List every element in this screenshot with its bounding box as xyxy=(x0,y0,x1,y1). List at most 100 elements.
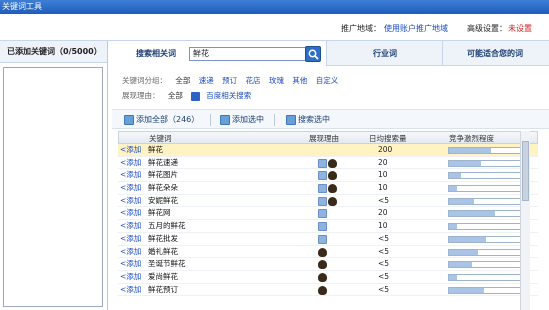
added-keywords-list[interactable] xyxy=(3,67,103,307)
keyword-cell[interactable]: 鲜花 xyxy=(148,144,163,157)
competition-fill xyxy=(449,211,495,217)
baidu-paw-icon xyxy=(318,247,327,257)
add-keyword-link[interactable]: <添加 xyxy=(120,195,141,208)
add-keyword-link[interactable]: <添加 xyxy=(120,284,141,297)
main-panel: 搜索相关词 鲜花 行业词 可能适合您的词 关键词分组： 全部 速递 预订 花店 … xyxy=(112,41,549,310)
add-keyword-link[interactable]: <添加 xyxy=(120,182,141,195)
keyword-cell[interactable]: 圣诞节鲜花 xyxy=(148,258,186,271)
search-icon xyxy=(308,49,319,60)
action-toolbar: 添加全部（246） 添加选中 搜索选中 xyxy=(112,109,549,129)
competition-bar xyxy=(448,248,527,256)
search-selected-button[interactable]: 搜索选中 xyxy=(286,113,330,127)
reason-icons xyxy=(318,272,328,282)
table-row[interactable]: <添加 鲜花朵朵 10 xyxy=(118,182,538,195)
add-keyword-link[interactable]: <添加 xyxy=(120,271,141,284)
related-search-icon xyxy=(318,209,327,219)
competition-bar xyxy=(448,223,527,231)
reason-icons xyxy=(318,209,328,219)
table-row[interactable]: <添加 安妮鲜花 <5 xyxy=(118,195,538,208)
add-keyword-link[interactable]: <添加 xyxy=(120,157,141,170)
competition-bar xyxy=(448,172,527,180)
competition-bar xyxy=(448,273,527,281)
table-row[interactable]: <添加 五月的鲜花 10 xyxy=(118,220,538,233)
baidu-paw-icon xyxy=(318,272,327,282)
group-filter-opt[interactable]: 预订 xyxy=(222,76,237,85)
add-keyword-link[interactable]: <添加 xyxy=(120,258,141,271)
competition-bar xyxy=(448,197,527,205)
reason-icons xyxy=(318,184,338,194)
reason-filter-baidu[interactable]: 百度相关搜索 xyxy=(206,91,251,100)
group-filter-all[interactable]: 全部 xyxy=(175,76,190,85)
tab-suggested[interactable]: 可能适合您的词 xyxy=(442,41,547,66)
reason-icons xyxy=(318,158,338,168)
group-filter-row: 关键词分组： 全部 速递 预订 花店 玫瑰 其他 自定义 xyxy=(122,73,542,88)
search-volume-cell: <5 xyxy=(378,271,390,281)
grid-scrollbar[interactable] xyxy=(520,131,530,310)
table-row[interactable]: <添加 圣诞节鲜花 <5 xyxy=(118,258,538,271)
add-selected-button[interactable]: 添加选中 xyxy=(220,113,264,127)
add-keyword-link[interactable]: <添加 xyxy=(120,144,141,157)
added-keywords-panel: 已添加关键词（0/5000） xyxy=(0,41,108,310)
competition-fill xyxy=(449,173,461,179)
group-filter-opt[interactable]: 玫瑰 xyxy=(269,76,284,85)
keyword-cell[interactable]: 鲜花朵朵 xyxy=(148,182,178,195)
add-all-button[interactable]: 添加全部（246） xyxy=(124,113,199,127)
toolbar-divider xyxy=(274,114,275,126)
keyword-cell[interactable]: 鲜花批发 xyxy=(148,233,178,246)
keyword-cell[interactable]: 鲜花网 xyxy=(148,207,171,220)
competition-fill xyxy=(449,186,457,192)
advanced-settings-link[interactable]: 未设置 xyxy=(508,23,532,34)
tab-search-related[interactable]: 搜索相关词 鲜花 xyxy=(112,41,327,66)
keyword-grid: 关键词 展现理由 日均搜索量 竞争激烈程度 <添加 鲜花 200 <添加 鲜花速递 20 <… xyxy=(118,131,538,310)
keyword-cell[interactable]: 五月的鲜花 xyxy=(148,220,186,233)
competition-bar xyxy=(448,210,527,218)
group-filter-opt[interactable]: 速递 xyxy=(199,76,214,85)
advanced-settings-label: 高级设置： xyxy=(467,24,507,33)
related-search-icon xyxy=(318,158,327,168)
add-keyword-link[interactable]: <添加 xyxy=(120,169,141,182)
keyword-cell[interactable]: 安妮鲜花 xyxy=(148,195,178,208)
top-settings-bar: 推广地域： 使用账户推广地域 高级设置： 未设置 xyxy=(0,14,549,41)
window-title: 关键词工具 xyxy=(2,2,42,11)
competition-fill xyxy=(449,198,474,204)
reason-filter-all[interactable]: 全部 xyxy=(168,91,183,100)
keyword-cell[interactable]: 鲜花预订 xyxy=(148,284,178,297)
table-row[interactable]: <添加 爱尚鲜花 <5 xyxy=(118,271,538,284)
add-keyword-link[interactable]: <添加 xyxy=(120,207,141,220)
tab-industry[interactable]: 行业词 xyxy=(340,41,430,66)
add-all-icon xyxy=(124,114,134,125)
table-row[interactable]: <添加 鲜花批发 <5 xyxy=(118,233,538,246)
keyword-cell[interactable]: 婚礼鲜花 xyxy=(148,246,178,259)
add-keyword-link[interactable]: <添加 xyxy=(120,233,141,246)
group-filter-opt[interactable]: 其他 xyxy=(292,76,307,85)
competition-fill xyxy=(449,236,486,242)
baidu-paw-icon xyxy=(328,184,337,194)
table-row[interactable]: <添加 鲜花 200 xyxy=(118,144,538,157)
baidu-paw-icon xyxy=(318,285,327,295)
table-row[interactable]: <添加 鲜花图片 10 xyxy=(118,169,538,183)
baidu-paw-icon xyxy=(318,260,327,270)
competition-bar xyxy=(448,159,527,167)
search-volume-cell: 200 xyxy=(378,145,393,154)
search-button[interactable] xyxy=(305,46,321,62)
competition-bar xyxy=(448,286,527,294)
keyword-cell[interactable]: 鲜花图片 xyxy=(148,169,178,182)
keyword-cell[interactable]: 爱尚鲜花 xyxy=(148,271,178,284)
group-filter-opt[interactable]: 花店 xyxy=(246,76,261,85)
promo-region-link[interactable]: 使用账户推广地域 xyxy=(384,23,448,34)
search-input[interactable]: 鲜花 xyxy=(189,47,306,61)
table-row[interactable]: <添加 婚礼鲜花 <5 xyxy=(118,246,538,259)
table-row[interactable]: <添加 鲜花预订 <5 xyxy=(118,284,538,297)
promo-region-label: 推广地域： xyxy=(341,24,381,33)
add-keyword-link[interactable]: <添加 xyxy=(120,220,141,233)
table-row[interactable]: <添加 鲜花网 20 xyxy=(118,207,538,221)
keyword-cell[interactable]: 鲜花速递 xyxy=(148,157,178,170)
grid-header: 关键词 展现理由 日均搜索量 竞争激烈程度 xyxy=(118,131,538,144)
filter-area: 关键词分组： 全部 速递 预订 花店 玫瑰 其他 自定义 展现理由： 全部 百度… xyxy=(122,73,542,103)
group-filter-opt[interactable]: 自定义 xyxy=(316,76,339,85)
reason-filter-label: 展现理由： xyxy=(122,91,160,100)
reason-icons xyxy=(318,285,328,295)
add-keyword-link[interactable]: <添加 xyxy=(120,246,141,259)
table-row[interactable]: <添加 鲜花速递 20 xyxy=(118,157,538,170)
scrollbar-thumb[interactable] xyxy=(522,141,529,201)
